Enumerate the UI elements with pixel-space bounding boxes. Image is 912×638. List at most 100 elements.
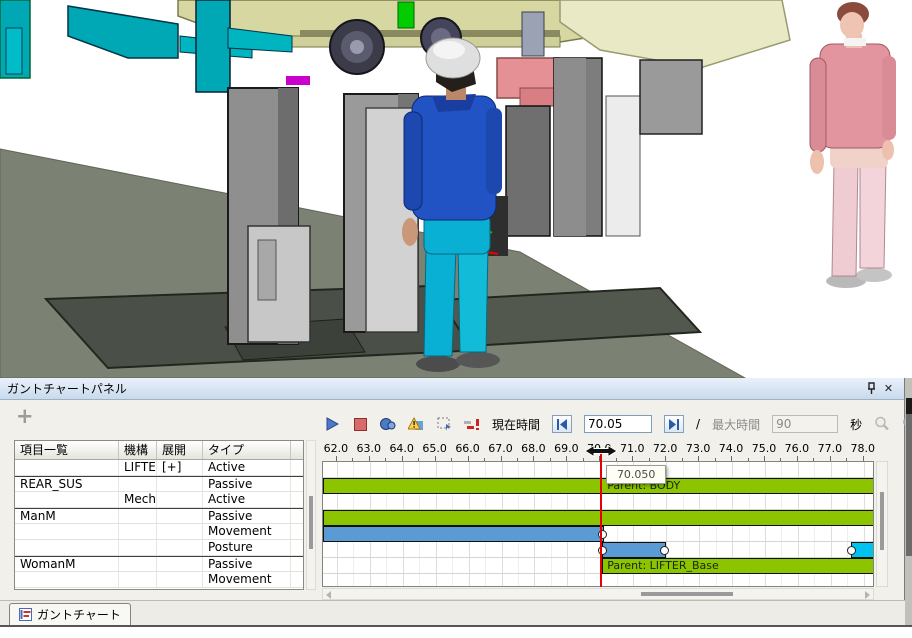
- ruler-tick-label: 63.0: [357, 442, 382, 455]
- 3d-viewport[interactable]: [0, 0, 912, 378]
- play-button[interactable]: [324, 416, 340, 432]
- seconds-unit-label: 秒: [850, 416, 862, 433]
- gantt-vertical-scrollbar[interactable]: [876, 461, 888, 587]
- ruler-tick-label: 66.0: [455, 442, 480, 455]
- cell-mechanism: Mecha...: [119, 492, 157, 507]
- cell-item: [15, 492, 119, 507]
- close-icon[interactable]: ✕: [880, 381, 897, 397]
- gantt-row: [323, 462, 873, 478]
- ruler-tick-label: 72.0: [653, 442, 678, 455]
- warning-icon[interactable]: [408, 416, 424, 432]
- column-header-items[interactable]: 項目一覧: [15, 441, 119, 459]
- pin-icon[interactable]: [863, 381, 880, 397]
- cell-type: Passive: [203, 477, 291, 491]
- marquee-select-icon[interactable]: [436, 416, 452, 432]
- current-time-input[interactable]: [584, 415, 652, 433]
- ruler-tick-label: 77.0: [818, 442, 843, 455]
- add-item-button[interactable]: +: [16, 406, 34, 426]
- cell-item: [15, 524, 119, 539]
- cell-mechanism: [119, 540, 157, 555]
- gantt-bar[interactable]: [602, 542, 666, 558]
- cell-extra: [291, 477, 303, 491]
- gantt-bar-label: Parent: BODY: [605, 478, 680, 493]
- scroll-right-arrow[interactable]: [865, 591, 870, 599]
- table-row[interactable]: Movement: [15, 524, 303, 540]
- cell-extra: [291, 557, 303, 571]
- step-forward-button[interactable]: [664, 415, 684, 433]
- ruler-tick-label: 74.0: [719, 442, 744, 455]
- gantt-timeline: 62.063.064.065.066.067.068.069.070.071.0…: [318, 440, 898, 601]
- record-bars-icon[interactable]: [464, 416, 480, 432]
- cell-expand: [157, 557, 203, 571]
- ruler-tick-label: 67.0: [488, 442, 513, 455]
- ruler-tick-label: 75.0: [752, 442, 777, 455]
- ruler-tick-label: 65.0: [422, 442, 447, 455]
- time-separator: /: [696, 417, 700, 431]
- cell-mechanism: [119, 572, 157, 587]
- scrollbar-thumb[interactable]: [309, 496, 313, 549]
- cell-mechanism: [119, 509, 157, 523]
- cell-item: ManM: [15, 509, 119, 523]
- cell-mechanism: [119, 524, 157, 539]
- table-vertical-scrollbar[interactable]: [306, 440, 316, 590]
- table-row[interactable]: Posture: [15, 540, 303, 556]
- item-table: 項目一覧 機構 展開 タイプ LIFTER [+] Active REAR_SU…: [14, 440, 304, 590]
- gantt-plot[interactable]: Parent: BODY Parent: LIFTER_Base: [322, 461, 874, 587]
- panel-right-edge-shade: [906, 398, 912, 556]
- gantt-bar-label: Parent: LIFTER_Base: [605, 558, 719, 573]
- gantt-bar[interactable]: [323, 478, 874, 494]
- gantt-row: Parent: LIFTER_Base: [323, 558, 873, 574]
- ruler-tick-label: 76.0: [785, 442, 810, 455]
- cell-type: Passive: [203, 509, 291, 523]
- table-row[interactable]: LIFTER [+] Active: [15, 460, 303, 476]
- gantt-horizontal-scrollbar[interactable]: [322, 588, 874, 600]
- cell-item: REAR_SUS: [15, 477, 119, 491]
- ruler-tick-label: 69.0: [554, 442, 579, 455]
- gantt-ruler[interactable]: 62.063.064.065.066.067.068.069.070.071.0…: [322, 440, 872, 461]
- gantt-bar-handle[interactable]: [598, 546, 607, 555]
- cell-type: Movement: [203, 572, 291, 587]
- ruler-tick-label: 73.0: [686, 442, 711, 455]
- cell-expand: [157, 572, 203, 587]
- column-header-type[interactable]: タイプ: [203, 441, 291, 459]
- cell-expand[interactable]: [+]: [157, 460, 203, 475]
- gantt-toolbar: 現在時間 / 最大時間 秒: [324, 414, 912, 434]
- table-row[interactable]: ManM Passive: [15, 508, 303, 524]
- cell-extra: [291, 524, 303, 539]
- gantt-row: Parent: BODY: [323, 478, 873, 494]
- tab-label: ガントチャート: [37, 606, 121, 623]
- cell-item: [15, 540, 119, 555]
- column-header-expand[interactable]: 展開: [157, 441, 203, 459]
- gantt-bar-handle[interactable]: [660, 546, 669, 555]
- column-header-mechanism[interactable]: 機構: [119, 441, 157, 459]
- ruler-tick-label: 68.0: [521, 442, 546, 455]
- cell-mechanism: [119, 557, 157, 571]
- panel-right-edge-mark: [906, 398, 912, 414]
- scrollbar-thumb[interactable]: [641, 592, 733, 596]
- cell-extra: [291, 492, 303, 507]
- camera-icon[interactable]: [380, 416, 396, 432]
- gantt-chart-panel: ガントチャートパネル ✕ +: [0, 378, 905, 625]
- cell-extra: [291, 572, 303, 587]
- table-row[interactable]: Mecha... Active: [15, 492, 303, 508]
- app-window: ガントチャートパネル ✕ +: [0, 0, 912, 638]
- gantt-bar-handle[interactable]: [598, 530, 607, 539]
- tab-gantt-chart[interactable]: ガントチャート: [9, 603, 131, 625]
- cell-extra: [291, 509, 303, 523]
- cell-mechanism: [119, 477, 157, 491]
- cell-expand: [157, 524, 203, 539]
- table-row[interactable]: REAR_SUS Passive: [15, 476, 303, 492]
- gantt-row: [323, 526, 873, 542]
- ruler-tick-label: 70.0: [587, 442, 612, 455]
- cell-extra: [291, 540, 303, 555]
- table-row[interactable]: WomanM Passive: [15, 556, 303, 572]
- ruler-tick-label: 78.0: [851, 442, 876, 455]
- gantt-bar[interactable]: [323, 526, 604, 542]
- table-row[interactable]: Movement: [15, 572, 303, 588]
- step-back-button[interactable]: [552, 415, 572, 433]
- panel-titlebar[interactable]: ガントチャートパネル ✕: [0, 378, 904, 400]
- stop-button[interactable]: [352, 416, 368, 432]
- gantt-bar[interactable]: [323, 510, 874, 526]
- scrollbar-thumb[interactable]: [880, 492, 884, 550]
- scroll-left-arrow[interactable]: [326, 591, 331, 599]
